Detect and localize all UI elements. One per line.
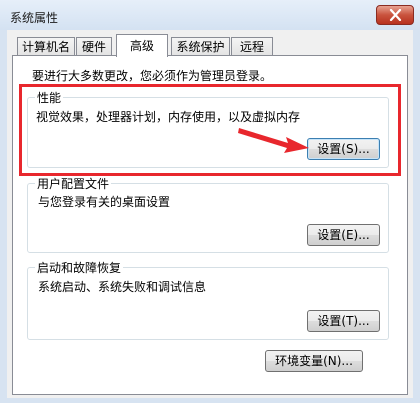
title-bar[interactable]: 系统属性 bbox=[0, 0, 420, 30]
admin-notice: 要进行大多数更改，您必须作为管理员登录。 bbox=[32, 69, 273, 83]
tab-system-protection[interactable]: 系统保护 bbox=[171, 37, 230, 56]
arrow-pointer-icon bbox=[238, 128, 309, 153]
startup-recovery-description: 系统启动、系统失败和调试信息 bbox=[38, 280, 207, 294]
environment-variables-button[interactable]: 环境变量(N)... bbox=[265, 350, 363, 372]
user-profiles-settings-button[interactable]: 设置(E)... bbox=[307, 224, 380, 246]
startup-recovery-settings-button[interactable]: 设置(T)... bbox=[307, 310, 380, 332]
highlight-box bbox=[19, 84, 401, 176]
user-profiles-description: 与您登录有关的桌面设置 bbox=[38, 195, 171, 209]
tab-hardware[interactable]: 硬件 bbox=[76, 37, 112, 56]
tab-remote[interactable]: 远程 bbox=[231, 37, 273, 56]
window-title: 系统属性 bbox=[10, 11, 59, 25]
startup-recovery-group-title: 启动和故障恢复 bbox=[35, 259, 124, 276]
close-icon bbox=[389, 9, 402, 21]
tab-advanced[interactable]: 高级 bbox=[116, 34, 168, 57]
tab-computer-name[interactable]: 计算机名 bbox=[17, 37, 75, 56]
user-profiles-group-title: 用户配置文件 bbox=[35, 175, 112, 192]
close-button[interactable] bbox=[376, 5, 414, 25]
